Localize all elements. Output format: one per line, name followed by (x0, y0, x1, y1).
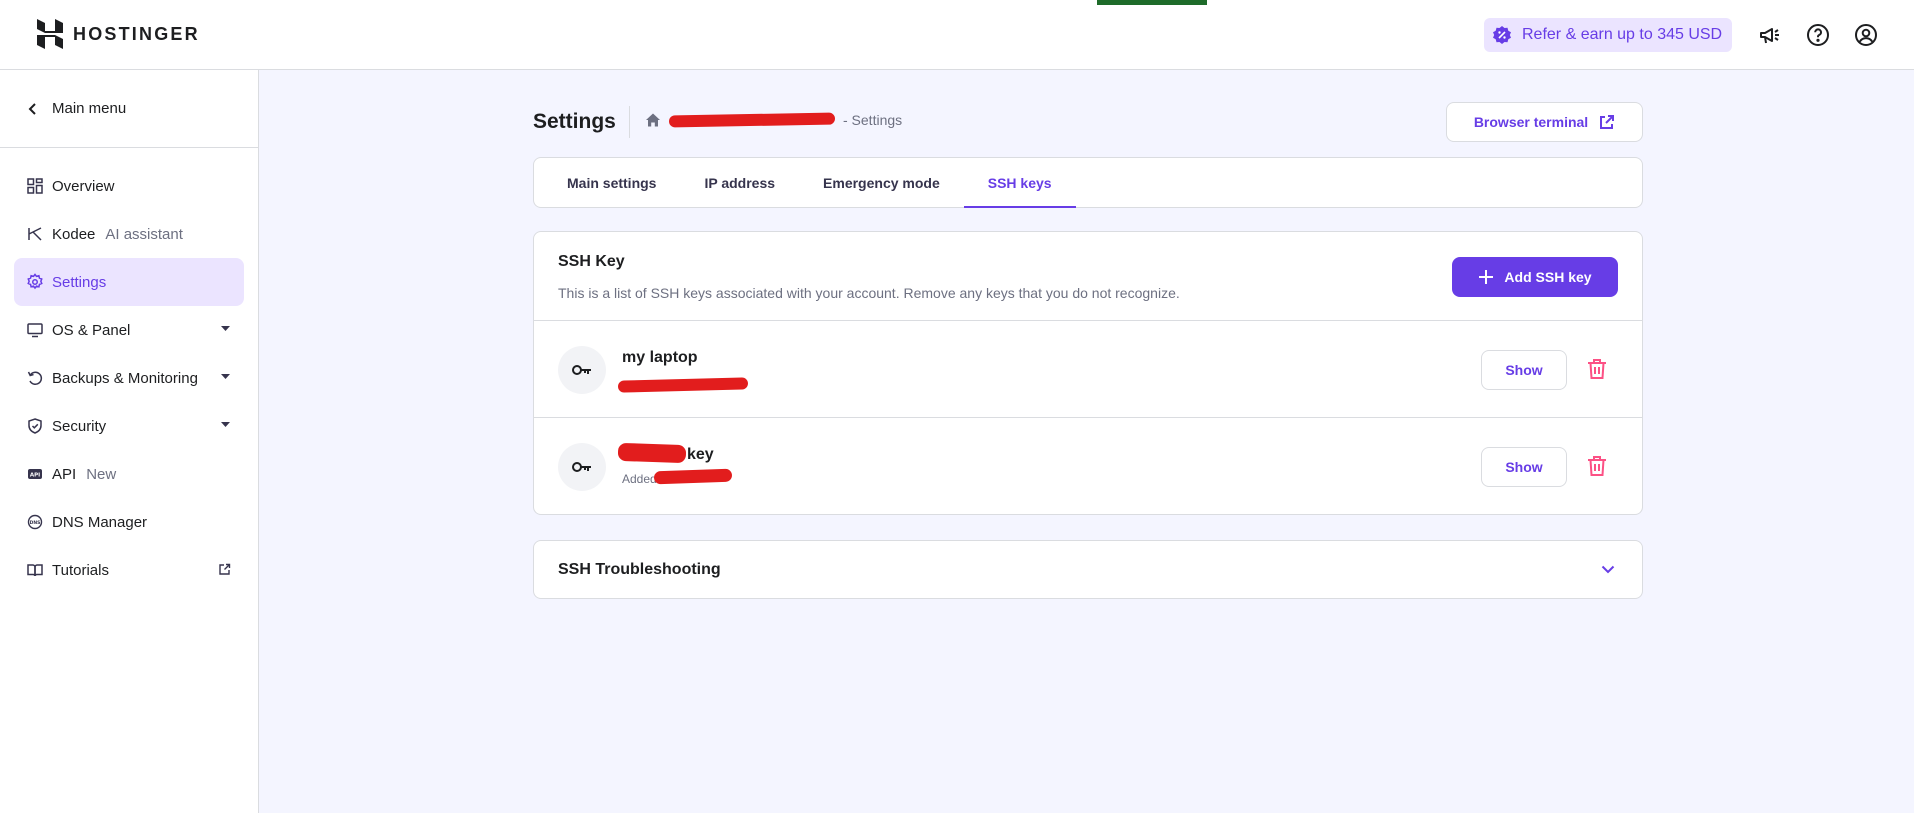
sidebar-item-label: Overview (52, 177, 115, 195)
sidebar-item-label: Settings (52, 273, 107, 291)
sidebar-item-kodee[interactable]: Kodee AI assistant (14, 210, 244, 258)
key-icon (558, 443, 606, 491)
redacted-server-name (668, 112, 836, 128)
tab-emergency-mode[interactable]: Emergency mode (799, 158, 964, 207)
tab-ip-address[interactable]: IP address (680, 158, 799, 207)
caret-down-icon (221, 326, 230, 331)
redacted-key-date (617, 377, 749, 393)
sidebar: Main menu Overview Kodee AI assistant Se… (0, 70, 259, 813)
grid-icon (26, 177, 44, 195)
top-indicator (1097, 0, 1207, 5)
megaphone-icon[interactable] (1756, 21, 1784, 49)
chevron-down-icon (1601, 565, 1615, 574)
monitor-icon (26, 321, 44, 339)
refer-label: Refer & earn up to 345 USD (1522, 26, 1723, 43)
sidebar-item-tutorials[interactable]: Tutorials (14, 546, 244, 594)
discount-icon (1493, 26, 1511, 44)
sidebar-item-label: DNS Manager (52, 513, 148, 531)
chevron-left-icon (28, 102, 36, 115)
redacted-key-date (653, 468, 733, 485)
ssh-key-title: SSH Key (558, 253, 625, 270)
breadcrumb-current: - Settings (843, 112, 903, 128)
ssh-key-name: key (687, 446, 714, 463)
ssh-card-header: SSH Key This is a list of SSH keys assoc… (534, 232, 1642, 321)
sidebar-item-label: OS & Panel (52, 321, 131, 339)
sidebar-item-label: Security (52, 417, 107, 435)
ssh-troubleshooting-accordion[interactable]: SSH Troubleshooting (533, 540, 1643, 599)
plus-icon (1479, 270, 1494, 284)
key-icon (558, 346, 606, 394)
hostinger-logo[interactable]: HOSTINGER (37, 19, 200, 49)
kodee-icon (26, 225, 44, 243)
add-ssh-key-label: Add SSH key (1504, 269, 1592, 285)
sidebar-item-dns-manager[interactable]: DNS DNS Manager (14, 498, 244, 546)
shield-icon (26, 417, 44, 435)
page-title: Settings (533, 110, 616, 133)
help-icon[interactable] (1804, 21, 1832, 49)
sidebar-nav: Overview Kodee AI assistant Settings OS … (0, 148, 258, 594)
title-divider (629, 106, 630, 138)
ssh-key-row: my laptop Show (534, 321, 1642, 418)
dns-icon: DNS (26, 513, 44, 531)
new-badge: New (86, 465, 117, 483)
ssh-troubleshooting-title: SSH Troubleshooting (558, 561, 721, 578)
ssh-keys-card: SSH Key This is a list of SSH keys assoc… (533, 231, 1643, 515)
book-icon (26, 561, 44, 579)
sidebar-item-overview[interactable]: Overview (14, 162, 244, 210)
caret-down-icon (221, 422, 230, 427)
home-icon[interactable] (645, 112, 661, 128)
sidebar-item-security[interactable]: Security (14, 402, 244, 450)
caret-down-icon (221, 374, 230, 379)
external-link-icon (219, 563, 231, 575)
sidebar-item-sublabel: AI assistant (105, 225, 183, 243)
settings-tabs: Main settings IP address Emergency mode … (533, 157, 1643, 208)
tab-main-settings[interactable]: Main settings (567, 158, 680, 207)
svg-text:API: API (30, 472, 40, 478)
show-key-label: Show (1505, 459, 1543, 475)
redacted-key-name (617, 442, 687, 464)
trash-icon[interactable] (1585, 357, 1609, 381)
backup-icon (26, 369, 44, 387)
show-key-button[interactable]: Show (1481, 447, 1567, 487)
top-bar: HOSTINGER Refer & earn up to 345 USD (0, 0, 1914, 70)
sidebar-item-label: Tutorials (52, 561, 109, 579)
breadcrumb: - Settings (645, 112, 902, 128)
sidebar-item-backups-monitoring[interactable]: Backups & Monitoring (14, 354, 244, 402)
ssh-key-name: my laptop (622, 349, 698, 366)
refer-earn-button[interactable]: Refer & earn up to 345 USD (1484, 18, 1733, 52)
sidebar-item-label: Backups & Monitoring (52, 369, 198, 387)
main-menu-label: Main menu (52, 100, 127, 117)
svg-text:DNS: DNS (30, 520, 41, 526)
sidebar-item-api[interactable]: API API New (14, 450, 244, 498)
tab-ssh-keys[interactable]: SSH keys (963, 158, 1076, 208)
gear-icon (26, 273, 44, 291)
ssh-key-description: This is a list of SSH keys associated wi… (558, 285, 1180, 301)
hostinger-logo-icon (37, 19, 63, 49)
sidebar-item-label: API (52, 465, 77, 483)
trash-icon[interactable] (1585, 454, 1609, 478)
account-icon[interactable] (1852, 21, 1880, 49)
sidebar-item-settings[interactable]: Settings (14, 258, 244, 306)
sidebar-item-label: Kodee (52, 225, 96, 243)
browser-terminal-label: Browser terminal (1473, 114, 1589, 130)
ssh-key-row: key Added on Show (534, 418, 1642, 515)
show-key-label: Show (1505, 362, 1543, 378)
external-link-icon (1600, 114, 1615, 129)
main-menu-link[interactable]: Main menu (0, 70, 258, 148)
show-key-button[interactable]: Show (1481, 350, 1567, 390)
brand-name: HOSTINGER (73, 23, 200, 44)
sidebar-item-os-panel[interactable]: OS & Panel (14, 306, 244, 354)
browser-terminal-button[interactable]: Browser terminal (1446, 102, 1643, 142)
api-icon: API (26, 465, 44, 483)
add-ssh-key-button[interactable]: Add SSH key (1452, 257, 1618, 297)
